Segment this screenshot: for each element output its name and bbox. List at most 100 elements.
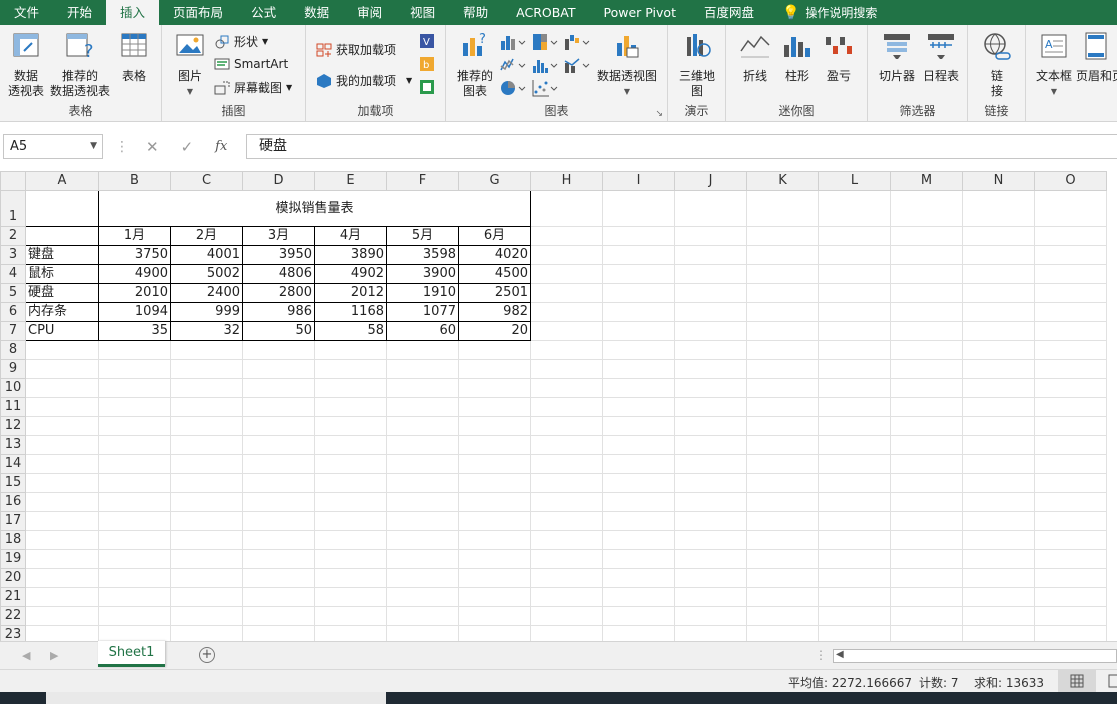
smartart-button[interactable]: SmartArt: [214, 56, 288, 72]
cell-G13[interactable]: [458, 435, 531, 455]
cell-B13[interactable]: [98, 435, 171, 455]
cell-C4[interactable]: 5002: [170, 264, 243, 284]
cell-F12[interactable]: [386, 416, 459, 436]
cell-E4[interactable]: 4902: [314, 264, 387, 284]
cell-J14[interactable]: [674, 454, 747, 474]
cell-C18[interactable]: [170, 530, 243, 550]
cell-E19[interactable]: [314, 549, 387, 569]
cell-A12[interactable]: [25, 416, 99, 436]
cell-M17[interactable]: [890, 511, 963, 531]
cell-M13[interactable]: [890, 435, 963, 455]
column-header-N[interactable]: N: [962, 171, 1035, 191]
cell-M21[interactable]: [890, 587, 963, 607]
cell-L18[interactable]: [818, 530, 891, 550]
cell-F6[interactable]: 1077: [386, 302, 459, 322]
menu-tab-6[interactable]: 审阅: [343, 0, 396, 25]
cell-C10[interactable]: [170, 378, 243, 398]
row-header[interactable]: 5: [0, 283, 26, 303]
cell-H19[interactable]: [530, 549, 603, 569]
cell-L22[interactable]: [818, 606, 891, 626]
row-header[interactable]: 14: [0, 454, 26, 474]
cell-G10[interactable]: [458, 378, 531, 398]
cell-F20[interactable]: [386, 568, 459, 588]
cell-H15[interactable]: [530, 473, 603, 493]
cell-D22[interactable]: [242, 606, 315, 626]
cell-N16[interactable]: [962, 492, 1035, 512]
cell-D17[interactable]: [242, 511, 315, 531]
cell-L8[interactable]: [818, 340, 891, 360]
scroll-left-icon[interactable]: ◀: [836, 649, 844, 660]
cell[interactable]: [1034, 190, 1107, 227]
row-header[interactable]: 9: [0, 359, 26, 379]
column-header-I[interactable]: I: [602, 171, 675, 191]
cell-F18[interactable]: [386, 530, 459, 550]
name-box[interactable]: A5 ▼: [3, 134, 103, 159]
cell-F23[interactable]: [386, 625, 459, 641]
get-addins-button[interactable]: 获取加载项: [316, 41, 396, 58]
cell-O22[interactable]: [1034, 606, 1107, 626]
cell-K17[interactable]: [746, 511, 819, 531]
cell-A11[interactable]: [25, 397, 99, 417]
cell-N11[interactable]: [962, 397, 1035, 417]
cell-I7[interactable]: [602, 321, 675, 341]
cell-A8[interactable]: [25, 340, 99, 360]
column-header-K[interactable]: K: [746, 171, 819, 191]
cell-M18[interactable]: [890, 530, 963, 550]
cell-H10[interactable]: [530, 378, 603, 398]
sheet-tab-sheet1[interactable]: Sheet1: [98, 641, 165, 667]
cell-I17[interactable]: [602, 511, 675, 531]
cell-A10[interactable]: [25, 378, 99, 398]
cell-M15[interactable]: [890, 473, 963, 493]
cell-M2[interactable]: [890, 226, 963, 246]
taskbar-search[interactable]: [46, 692, 386, 704]
cell-I6[interactable]: [602, 302, 675, 322]
cell[interactable]: [674, 190, 747, 227]
cell-G7[interactable]: 20: [458, 321, 531, 341]
cell-A17[interactable]: [25, 511, 99, 531]
cell-N15[interactable]: [962, 473, 1035, 493]
cell-H2[interactable]: [530, 226, 603, 246]
textbox-button[interactable]: A 文本框 ▼: [1034, 31, 1074, 99]
cell-table[interactable]: A B C D E F G H I J K L M N O 1 模拟销售量表 2 1月 2月 3月 4月 5月 6月 3 键盘 37…: [0, 171, 1107, 641]
cell-E23[interactable]: [314, 625, 387, 641]
cell-I8[interactable]: [602, 340, 675, 360]
cell-G5[interactable]: 2501: [458, 283, 531, 303]
row-header[interactable]: 3: [0, 245, 26, 265]
cell-O6[interactable]: [1034, 302, 1107, 322]
cell-I4[interactable]: [602, 264, 675, 284]
cell-C12[interactable]: [170, 416, 243, 436]
cell-B19[interactable]: [98, 549, 171, 569]
cell-N12[interactable]: [962, 416, 1035, 436]
slicer-button[interactable]: 切片器: [876, 31, 918, 84]
row-header[interactable]: 17: [0, 511, 26, 531]
cell-J2[interactable]: [674, 226, 747, 246]
cell-M16[interactable]: [890, 492, 963, 512]
cell-K13[interactable]: [746, 435, 819, 455]
cell-G17[interactable]: [458, 511, 531, 531]
cell-F19[interactable]: [386, 549, 459, 569]
timeline-button[interactable]: 日程表: [920, 31, 962, 84]
cell-K16[interactable]: [746, 492, 819, 512]
cell[interactable]: [818, 190, 891, 227]
cell-L23[interactable]: [818, 625, 891, 641]
menu-tab-4[interactable]: 公式: [237, 0, 290, 25]
cell-H7[interactable]: [530, 321, 603, 341]
cell-D18[interactable]: [242, 530, 315, 550]
column-header-M[interactable]: M: [890, 171, 963, 191]
cell-E7[interactable]: 58: [314, 321, 387, 341]
cell-D11[interactable]: [242, 397, 315, 417]
select-all-corner[interactable]: [0, 171, 26, 191]
cell-G14[interactable]: [458, 454, 531, 474]
cell[interactable]: [530, 190, 603, 227]
cell-J18[interactable]: [674, 530, 747, 550]
cell-B15[interactable]: [98, 473, 171, 493]
cell-M23[interactable]: [890, 625, 963, 641]
line-chart-icon[interactable]: [500, 56, 526, 74]
row-header[interactable]: 6: [0, 302, 26, 322]
cell-L4[interactable]: [818, 264, 891, 284]
cell-K12[interactable]: [746, 416, 819, 436]
cell-C15[interactable]: [170, 473, 243, 493]
tab-splitter-icon[interactable]: ⋮: [815, 648, 827, 662]
cell-K15[interactable]: [746, 473, 819, 493]
cell-O17[interactable]: [1034, 511, 1107, 531]
